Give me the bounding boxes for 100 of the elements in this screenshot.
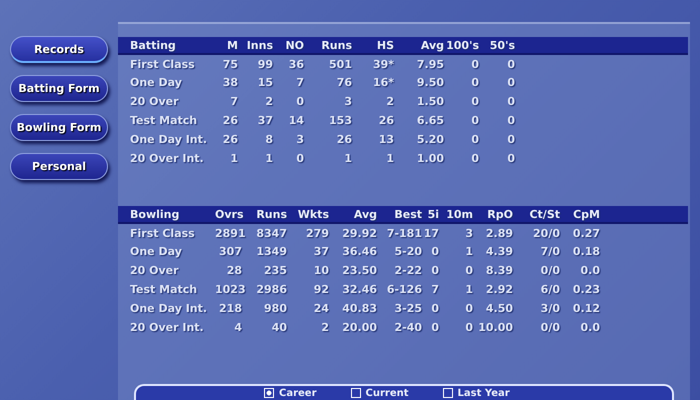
column-header: 100's <box>444 37 479 54</box>
table-cell-text: 7/0 <box>540 244 560 260</box>
row-label: One Day Int. <box>129 132 208 148</box>
table-cell-text: 0 <box>506 94 515 110</box>
table-cell-text: 1 <box>464 244 473 260</box>
table-cell: 0 <box>444 54 479 73</box>
option-label: Last Year <box>458 388 510 398</box>
row-label: 20 Over Int. <box>129 151 205 167</box>
table-cell-text: 2-40 <box>393 320 422 336</box>
table-cell: 7.95 <box>394 54 444 73</box>
table-cell: 279 <box>287 223 329 242</box>
row-label: Test Match <box>129 282 198 298</box>
nav-button[interactable]: Bowling Form <box>10 114 108 141</box>
column-header: Avg <box>394 37 444 54</box>
column-header: 10m <box>439 206 473 223</box>
table-cell-text: 0 <box>430 320 439 336</box>
table-cell-text: 37 <box>256 113 273 129</box>
table-cell: 0 <box>479 54 515 73</box>
table-cell: 7-181 <box>377 223 422 242</box>
column-header: Runs <box>304 37 352 54</box>
table-cell-text: 6/0 <box>540 282 560 298</box>
table-cell-text: 0.12 <box>572 301 600 317</box>
table-cell-text: 0 <box>470 132 479 148</box>
table-cell-text: 1 <box>229 151 238 167</box>
table-cell-text: 2.92 <box>484 282 513 298</box>
table-cell-text: 0 <box>430 244 439 260</box>
table-cell-text: 26 <box>378 113 394 129</box>
table-cell-text: 36.46 <box>341 244 377 260</box>
nav-button[interactable]: Batting Form <box>10 75 108 102</box>
table-cell-text: 0 <box>470 113 479 129</box>
option-label: Current <box>366 388 409 398</box>
column-header: CpM <box>560 206 600 223</box>
table-cell-text: 7 <box>229 94 238 110</box>
checkbox[interactable] <box>264 388 274 398</box>
column-header: Ct/St <box>513 206 560 223</box>
table-cell: 20/0 <box>513 223 560 242</box>
table-cell-text: 0 <box>295 94 304 110</box>
column-header: Avg <box>329 206 377 223</box>
table-cell-text: 10 <box>312 263 329 279</box>
row-label: One Day <box>129 244 183 260</box>
table-cell-text: 0.23 <box>572 282 600 298</box>
table-cell-text: 4.50 <box>484 301 513 317</box>
table-cell-text: 20.00 <box>341 320 377 336</box>
table-cell-text: 7 <box>430 282 439 298</box>
table-cell-text: 0/0 <box>540 263 560 279</box>
row-label: First Class <box>118 223 215 242</box>
table-cell-text: 0 <box>430 301 439 317</box>
column-header: Best <box>377 206 422 223</box>
table-cell-text: 307 <box>218 244 242 260</box>
table-cell: 40.83 <box>329 299 377 318</box>
table-cell-text: 32.46 <box>341 282 377 298</box>
table-cell-text: 235 <box>263 263 287 279</box>
table-cell: 36 <box>273 54 304 73</box>
column-header: Ovrs <box>215 206 242 223</box>
checkbox[interactable] <box>350 388 361 398</box>
table-cell: 2.89 <box>473 223 513 242</box>
table-cell-text: 26 <box>222 113 238 129</box>
row-label: One Day <box>129 75 183 91</box>
row-label: 20 Over <box>129 263 180 279</box>
table-cell-text: 0 <box>464 263 473 279</box>
table-cell-text: 4.39 <box>484 244 513 260</box>
table-cell: 40 <box>242 318 287 337</box>
table-cell-text: 6.65 <box>416 113 444 129</box>
nav-button[interactable]: Records <box>10 36 108 63</box>
column-header: HS <box>352 37 394 54</box>
table-cell-text: 2-22 <box>393 263 422 279</box>
table-cell-text: 2 <box>320 320 329 336</box>
table-cell-text: 23.50 <box>341 263 377 279</box>
table-cell-text: 13 <box>378 132 394 148</box>
table-cell-text: 38 <box>222 75 238 91</box>
table-cell-text: 0 <box>506 75 515 91</box>
column-header: Wkts <box>287 206 329 223</box>
table-cell-text: 92 <box>312 282 329 298</box>
table-cell-text: 1 <box>464 282 473 298</box>
row-label: 20 Over <box>129 94 180 110</box>
table-cell: 9.50 <box>394 73 444 92</box>
column-header: 5i <box>422 206 439 223</box>
row-label: Test Match <box>129 113 198 129</box>
row-label: 20 Over Int. <box>129 320 205 336</box>
column-header: Inns <box>238 37 273 54</box>
checkbox[interactable] <box>442 388 453 398</box>
table-cell-text: 8 <box>264 132 273 148</box>
table-cell-text: 1.50 <box>416 94 444 110</box>
table-cell-text: 218 <box>218 301 242 317</box>
table-cell-text: 0 <box>295 151 304 167</box>
table-cell-text: 26 <box>222 132 238 148</box>
table-cell-text: 0 <box>470 94 479 110</box>
table-cell-text: 0 <box>506 132 515 148</box>
table-cell-text: 0 <box>470 75 479 91</box>
table-cell-text: 0/0 <box>540 320 560 336</box>
table-cell: 501 <box>304 54 352 73</box>
column-header: 50's <box>479 37 515 54</box>
table-cell-text: 28 <box>226 263 242 279</box>
table-cell-text: 0.0 <box>580 263 600 279</box>
table-cell-text: 3 <box>343 94 352 110</box>
table-cell-text: 0 <box>464 320 473 336</box>
table-cell: 29.92 <box>329 223 377 242</box>
row-label: One Day Int. <box>129 301 208 317</box>
nav-button[interactable]: Personal <box>10 153 108 180</box>
table-cell-text: 3 <box>295 132 304 148</box>
